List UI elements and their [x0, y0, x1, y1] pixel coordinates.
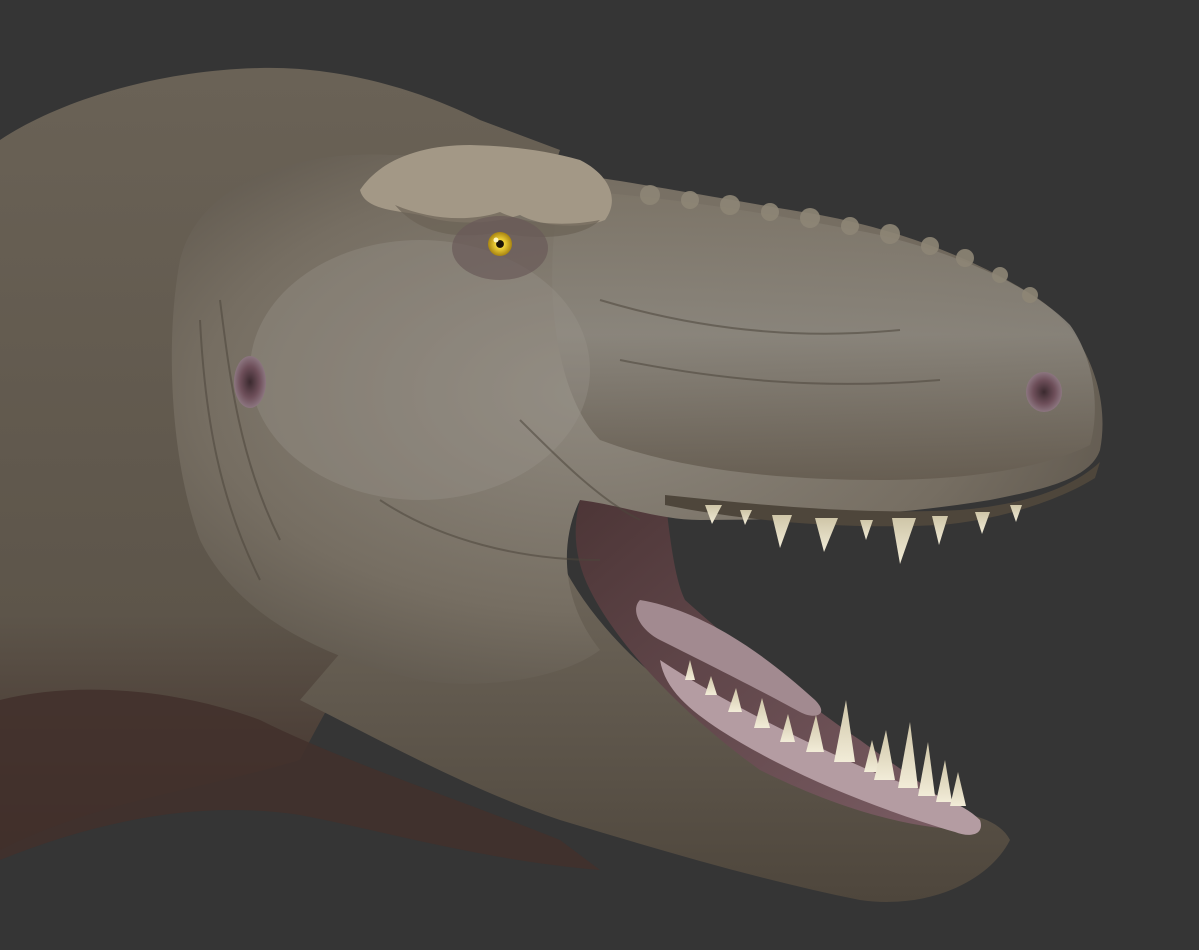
tooth-icon	[936, 760, 952, 802]
cheek-highlight	[250, 240, 590, 500]
nostril-icon	[1026, 372, 1062, 412]
trex-head-illustration	[0, 67, 1103, 902]
scene	[0, 0, 1199, 950]
tooth-icon	[860, 520, 873, 540]
tooth-icon	[898, 722, 918, 788]
eye-icon	[488, 232, 512, 256]
tooth-icon	[892, 518, 916, 564]
eye-highlight	[493, 237, 499, 243]
tooth-icon	[932, 516, 948, 545]
tooth-icon	[1010, 505, 1022, 522]
tooth-icon	[918, 742, 935, 796]
tooth-icon	[815, 518, 838, 552]
ear-icon	[234, 356, 266, 408]
tooth-icon	[950, 772, 966, 806]
tooth-icon	[975, 512, 990, 534]
snout	[552, 190, 1095, 480]
tooth-icon	[772, 515, 792, 548]
